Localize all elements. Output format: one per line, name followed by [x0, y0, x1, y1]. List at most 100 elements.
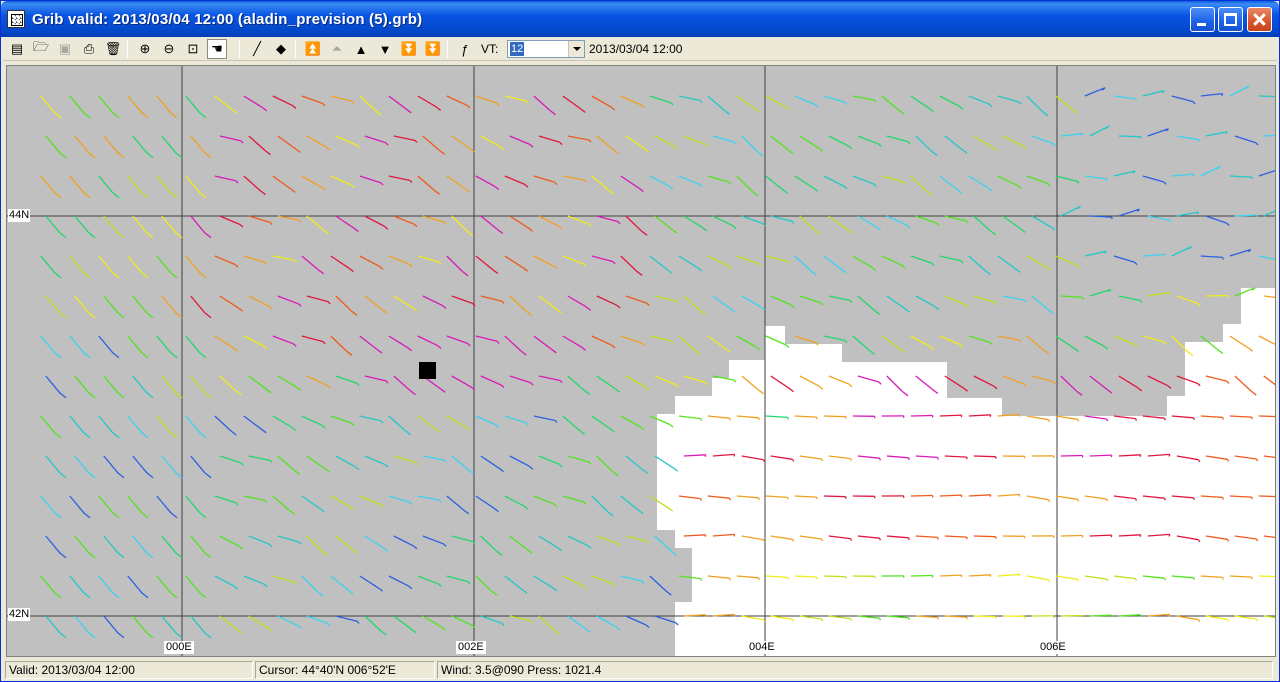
wind-barb-feather	[1193, 497, 1195, 500]
wind-barb-feather	[1192, 173, 1195, 177]
wind-barb-feather	[1163, 417, 1167, 421]
wind-barb-feather	[1081, 133, 1084, 136]
wind-barb-feather	[787, 497, 789, 500]
title-bar[interactable]: Grib valid: 2013/03/04 12:00 (aladin_pre…	[1, 1, 1279, 37]
wind-barb	[1258, 575, 1275, 578]
wind-barb-feather	[1135, 98, 1138, 101]
status-wind: Wind: 3.5@090 Press: 1021.4	[437, 661, 1273, 679]
wind-barb	[1089, 614, 1112, 617]
minimize-icon	[1197, 23, 1206, 26]
draw-line-icon[interactable]: ╱	[247, 39, 267, 59]
last-step-icon[interactable]: ⏬	[423, 39, 443, 59]
wind-barb-feather	[1135, 578, 1138, 581]
wind-barb	[823, 415, 846, 418]
window-title: Grib valid: 2013/03/04 12:00 (aladin_pre…	[32, 11, 423, 28]
app-icon[interactable]	[7, 10, 25, 28]
wind-barb-feather	[733, 614, 736, 617]
wind-field-canvas[interactable]	[7, 66, 1276, 657]
status-bar: Valid: 2013/03/04 12:00 Cursor: 44°40'N …	[3, 659, 1277, 681]
prev-step-icon[interactable]: ▲	[351, 39, 371, 59]
maximize-button[interactable]	[1218, 7, 1243, 32]
minimize-button[interactable]	[1190, 7, 1215, 32]
lon-label-002e: 002E	[456, 641, 486, 654]
wind-barb-feather	[850, 618, 853, 621]
wind-barb	[823, 495, 846, 498]
wind-barb-feather	[758, 417, 760, 420]
wind-barb	[1258, 495, 1275, 498]
wind-barb	[1060, 614, 1083, 617]
toolbar-separator	[295, 40, 296, 58]
wind-barb	[973, 535, 996, 538]
open-folder-icon[interactable]: 🗁	[31, 39, 51, 59]
new-icon[interactable]: ▤	[7, 39, 27, 59]
wind-barb-feather	[1135, 498, 1138, 501]
dropdown-arrow-icon[interactable]	[568, 41, 584, 57]
lat-label-42n: 42N	[8, 608, 31, 621]
toolbar-separator	[447, 40, 448, 58]
wind-barb	[823, 575, 846, 578]
wind-barb	[1118, 135, 1141, 138]
lon-label-004e: 004E	[747, 641, 777, 654]
next-step-icon[interactable]: ▼	[375, 39, 395, 59]
wind-barb-feather	[1222, 417, 1224, 420]
wind-barb	[939, 574, 962, 577]
hand-pan-icon[interactable]: ☚	[207, 39, 227, 59]
position-marker[interactable]	[419, 362, 436, 379]
wind-barb-feather	[1168, 454, 1171, 457]
wind-barb-feather	[728, 417, 732, 421]
prev-fast-icon[interactable]: ⏶	[327, 39, 347, 59]
vt-dropdown[interactable]: 12	[507, 40, 585, 58]
status-valid: Valid: 2013/03/04 12:00	[5, 661, 253, 679]
wind-barb-feather	[1135, 418, 1138, 421]
wind-barb	[1205, 294, 1228, 297]
wind-barb	[910, 414, 933, 417]
zoom-fit-icon[interactable]: ⊡	[183, 39, 203, 59]
zoom-in-icon[interactable]: ⊕	[135, 39, 155, 59]
wind-barb-feather	[787, 577, 789, 580]
wind-barb-feather	[1193, 577, 1195, 580]
wind-barb-feather	[1193, 417, 1195, 420]
close-button[interactable]	[1247, 7, 1272, 32]
wind-barb-feather	[1018, 574, 1021, 577]
save-icon[interactable]: ▣	[55, 39, 75, 59]
wind-barb-feather	[878, 537, 882, 541]
function-icon[interactable]: ƒ	[455, 39, 475, 59]
delete-icon[interactable]: 🗑	[103, 39, 123, 59]
wind-barb	[1089, 534, 1112, 537]
wind-barb	[1258, 95, 1275, 98]
wind-barb	[1060, 534, 1083, 537]
print-icon[interactable]: ⎙	[79, 39, 99, 59]
wind-barb-feather	[700, 498, 703, 501]
wind-barb-feather	[1222, 577, 1224, 580]
wind-barb-feather	[1018, 494, 1021, 497]
wind-barb-feather	[850, 458, 853, 461]
toolbar-separator	[239, 40, 240, 58]
zoom-out-icon[interactable]: ⊖	[159, 39, 179, 59]
wind-barb-feather	[1163, 254, 1166, 257]
wind-barb-feather	[937, 537, 939, 540]
wind-barb-feather	[937, 617, 939, 620]
wind-barb-feather	[700, 578, 703, 581]
wind-barb-feather	[1163, 577, 1167, 581]
wind-barb-feather	[728, 497, 732, 501]
grib-map[interactable]: 44N 42N 000E 002E 004E 006E	[6, 65, 1276, 657]
wind-barb-feather	[758, 497, 760, 500]
wind-barb-feather	[1222, 257, 1224, 260]
wind-barb-feather	[878, 617, 882, 621]
point-icon[interactable]: ◆	[271, 39, 291, 59]
wind-barb	[1060, 454, 1083, 457]
wind-barb	[939, 414, 962, 417]
wind-barb	[1258, 415, 1275, 418]
maximize-icon	[1224, 13, 1237, 26]
lon-label-006e: 006E	[1038, 641, 1068, 654]
wind-barb-feather	[908, 617, 910, 620]
wind-barb-feather	[1221, 93, 1224, 96]
wind-barb-feather	[1168, 614, 1171, 617]
wind-barb	[939, 494, 962, 497]
wind-barb-feather	[1168, 534, 1171, 537]
first-step-icon[interactable]: ⏫	[303, 39, 323, 59]
next-fast-icon[interactable]: ⏬	[399, 39, 419, 59]
vt-label: VT:	[481, 42, 499, 56]
wind-barb	[973, 615, 996, 618]
wind-barb	[910, 494, 933, 497]
